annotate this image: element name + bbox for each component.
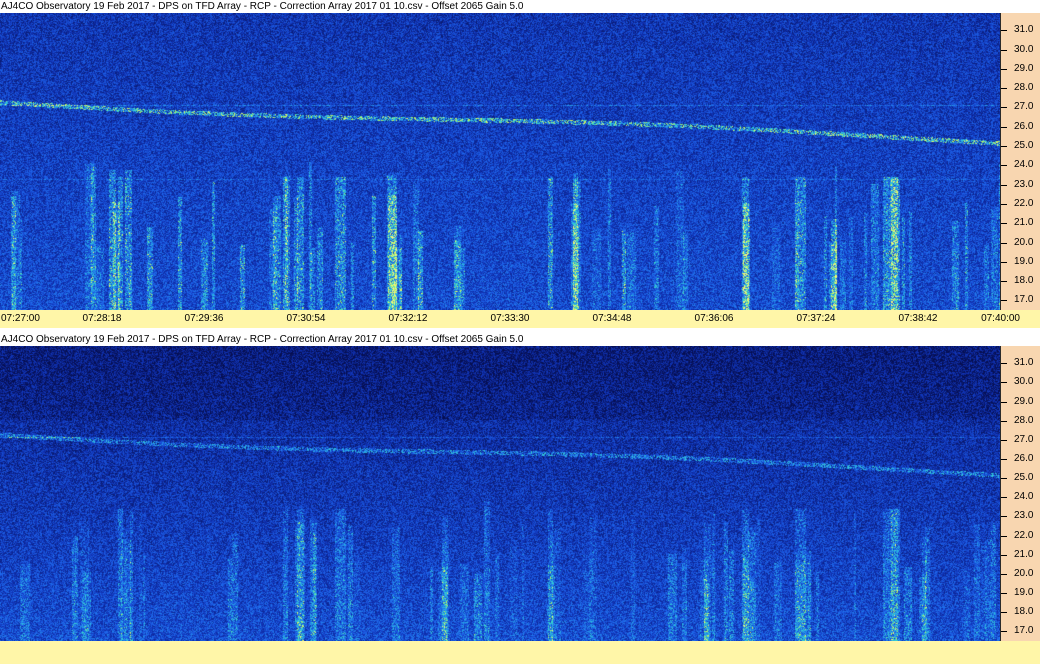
top-spectrogram-canvas <box>0 13 1000 310</box>
y-tick-label: 22.0 <box>1014 198 1034 209</box>
y-tick-label: 27.0 <box>1014 434 1034 445</box>
y-tick-label: 29.0 <box>1014 63 1034 74</box>
y-tick <box>1001 536 1007 537</box>
y-tick <box>1001 497 1007 498</box>
y-tick <box>1001 165 1007 166</box>
x-tick-label: 07:38:42 <box>898 313 938 324</box>
y-tick-label: 30.0 <box>1014 376 1034 387</box>
y-tick-label: 24.0 <box>1014 159 1034 170</box>
x-tick-label: 07:36:06 <box>694 313 734 324</box>
y-tick <box>1001 421 1007 422</box>
x-tick-label: 07:34:48 <box>592 313 632 324</box>
y-tick <box>1001 281 1007 282</box>
x-tick-label: 07:40:00 <box>981 313 1020 324</box>
y-tick-label: 23.0 <box>1014 510 1034 521</box>
y-tick <box>1001 478 1007 479</box>
y-tick <box>1001 402 1007 403</box>
bottom-spectrogram-title: AJ4CO Observatory 19 Feb 2017 - DPS on T… <box>0 333 1040 346</box>
y-tick-label: 25.0 <box>1014 140 1034 151</box>
y-tick <box>1001 459 1007 460</box>
y-tick <box>1001 555 1007 556</box>
y-tick <box>1001 382 1007 383</box>
bottom-time-axis <box>0 641 1040 664</box>
y-tick-label: 18.0 <box>1014 606 1034 617</box>
y-tick-label: 27.0 <box>1014 101 1034 112</box>
y-tick-label: 23.0 <box>1014 179 1034 190</box>
y-tick-label: 17.0 <box>1014 625 1034 636</box>
x-tick-label: 07:33:30 <box>490 313 530 324</box>
y-tick-label: 29.0 <box>1014 396 1034 407</box>
y-tick-label: 31.0 <box>1014 24 1034 35</box>
y-tick-label: 28.0 <box>1014 415 1034 426</box>
y-tick-label: 21.0 <box>1014 217 1034 228</box>
y-tick <box>1001 88 1007 89</box>
y-tick <box>1001 440 1007 441</box>
top-time-axis: 07:27:00 07:28:18 07:29:36 07:30:54 07:32:12… <box>0 310 1040 328</box>
y-tick-label: 20.0 <box>1014 237 1034 248</box>
x-tick-label: 07:37:24 <box>796 313 836 324</box>
y-tick <box>1001 185 1007 186</box>
top-spectrogram <box>0 13 1000 310</box>
y-tick <box>1001 30 1007 31</box>
y-tick-label: 28.0 <box>1014 82 1034 93</box>
y-tick-label: 26.0 <box>1014 121 1034 132</box>
y-tick <box>1001 574 1007 575</box>
x-tick-label: 07:28:18 <box>82 313 122 324</box>
y-tick <box>1001 69 1007 70</box>
y-tick <box>1001 516 1007 517</box>
x-tick-label: 07:29:36 <box>184 313 224 324</box>
top-spectrogram-title: AJ4CO Observatory 19 Feb 2017 - DPS on T… <box>0 0 1040 13</box>
y-tick <box>1001 631 1007 632</box>
y-tick <box>1001 300 1007 301</box>
y-tick <box>1001 127 1007 128</box>
y-tick <box>1001 223 1007 224</box>
y-tick <box>1001 243 1007 244</box>
y-tick <box>1001 363 1007 364</box>
y-tick-label: 20.0 <box>1014 568 1034 579</box>
y-tick <box>1001 612 1007 613</box>
x-tick-label: 07:27:00 <box>1 313 40 324</box>
y-tick-label: 24.0 <box>1014 491 1034 502</box>
y-tick-label: 17.0 <box>1014 294 1034 305</box>
y-tick <box>1001 146 1007 147</box>
y-tick-label: 19.0 <box>1014 587 1034 598</box>
bottom-spectrogram <box>0 346 1000 641</box>
y-tick <box>1001 107 1007 108</box>
y-tick-label: 21.0 <box>1014 549 1034 560</box>
y-tick-label: 30.0 <box>1014 44 1034 55</box>
y-tick-label: 31.0 <box>1014 357 1034 368</box>
y-tick <box>1001 50 1007 51</box>
bottom-frequency-axis: 31.0 30.0 29.0 28.0 27.0 26.0 25.0 24.0 23.0 22.0… <box>1000 346 1040 641</box>
y-tick <box>1001 593 1007 594</box>
x-tick-label: 07:30:54 <box>286 313 326 324</box>
y-tick-label: 25.0 <box>1014 472 1034 483</box>
top-frequency-axis: 31.0 30.0 29.0 28.0 27.0 26.0 25.0 24.0 23.0 22.0… <box>1000 13 1040 310</box>
bottom-spectrogram-canvas <box>0 346 1000 641</box>
y-tick <box>1001 262 1007 263</box>
x-tick-label: 07:32:12 <box>388 313 428 324</box>
y-tick-label: 22.0 <box>1014 530 1034 541</box>
y-tick-label: 26.0 <box>1014 453 1034 464</box>
y-tick <box>1001 204 1007 205</box>
y-tick-label: 19.0 <box>1014 256 1034 267</box>
y-tick-label: 18.0 <box>1014 275 1034 286</box>
